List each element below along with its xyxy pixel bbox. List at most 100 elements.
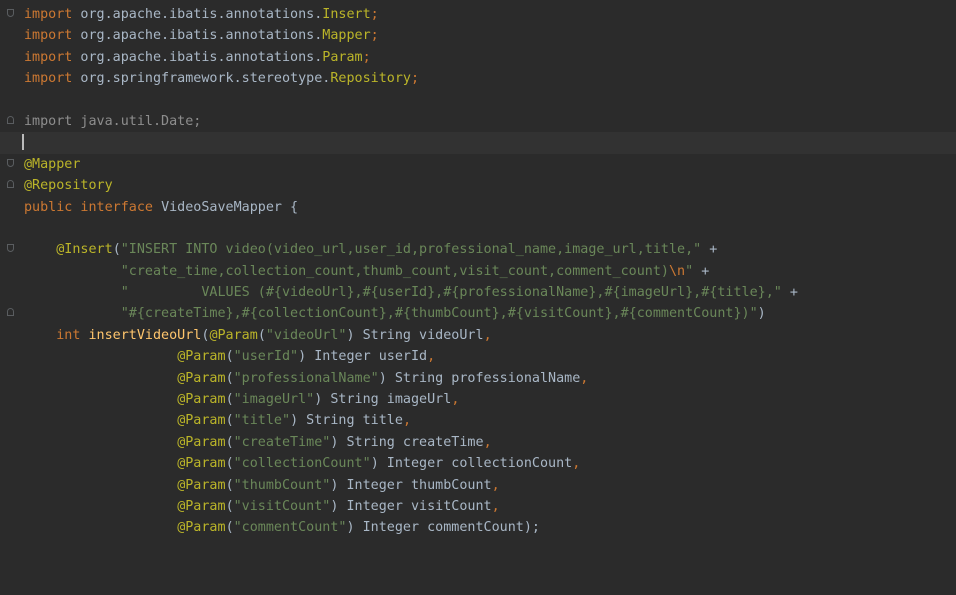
code-line[interactable] (0, 218, 956, 239)
code-token: ; (410, 71, 420, 87)
code-token: "professionalName" (233, 370, 379, 386)
code-token: ) Integer collectionCount (370, 456, 573, 472)
code-token: org.apache.ibatis.annotations. (72, 49, 323, 65)
code-token: , (483, 327, 492, 343)
code-line[interactable]: @Insert("INSERT INTO video(video_url,use… (0, 239, 956, 260)
code-token: @Repository (24, 178, 113, 194)
code-line[interactable]: @Param("imageUrl") String imageUrl, (0, 389, 956, 410)
code-token: "thumbCount" (233, 477, 331, 493)
code-line[interactable]: int insertVideoUrl(@Param("videoUrl") St… (0, 325, 956, 346)
code-token: Param (322, 49, 363, 65)
code-token: , (580, 370, 589, 386)
code-token: ; (370, 28, 379, 44)
code-token: " (685, 263, 694, 279)
code-token: , (491, 477, 500, 493)
code-token: ( (225, 392, 234, 408)
fold-open-icon[interactable] (7, 244, 14, 253)
code-token: ) Integer thumbCount (330, 477, 492, 493)
code-token: @Param (177, 456, 226, 472)
code-token: + (701, 242, 718, 258)
code-line[interactable]: @Repository (0, 175, 956, 196)
code-token: @Param (209, 327, 258, 343)
code-token: org.apache.ibatis.annotations. (72, 7, 323, 22)
code-token: import (24, 7, 73, 22)
code-token: int (56, 327, 89, 343)
code-token: ( (112, 242, 121, 258)
code-token: @Param (177, 498, 226, 514)
code-token: ) String imageUrl (314, 392, 452, 408)
code-token: , (451, 392, 460, 408)
code-token: ( (225, 456, 234, 472)
fold-close-icon[interactable] (7, 308, 14, 317)
code-line[interactable]: @Param("title") String title, (0, 410, 956, 431)
fold-open-icon[interactable] (7, 9, 14, 17)
code-line[interactable]: import org.apache.ibatis.annotations.Map… (0, 25, 956, 46)
code-token: @Param (177, 477, 226, 493)
code-token: @Param (177, 413, 226, 429)
code-token: + (693, 263, 710, 279)
code-token: @Param (177, 392, 226, 408)
code-token: ( (225, 349, 234, 365)
code-line[interactable]: @Param("visitCount") Integer visitCount, (0, 496, 956, 517)
text-caret (22, 134, 24, 151)
code-token: "commentCount" (233, 520, 347, 536)
code-token: import (24, 71, 73, 87)
code-token: , (491, 498, 500, 514)
code-token: \n (668, 263, 686, 279)
code-line[interactable]: @Param("thumbCount") Integer thumbCount, (0, 475, 956, 496)
code-token: org.springframework.stereotype. (72, 71, 331, 87)
code-token: ( (225, 370, 234, 386)
code-line[interactable]: import org.springframework.stereotype.Re… (0, 68, 956, 89)
code-line[interactable]: @Param("createTime") String createTime, (0, 432, 956, 453)
code-token: "visitCount" (233, 498, 331, 514)
code-line[interactable]: @Param("commentCount") Integer commentCo… (0, 517, 956, 538)
code-line[interactable]: "create_time,collection_count,thumb_coun… (0, 261, 956, 282)
code-line[interactable]: import org.apache.ibatis.annotations.Ins… (0, 4, 956, 25)
code-token: ( (225, 477, 234, 493)
fold-close-icon[interactable] (7, 115, 14, 124)
code-line[interactable]: import java.util.Date; (0, 111, 956, 132)
code-line[interactable]: public interface VideoSaveMapper { (0, 197, 956, 218)
code-line[interactable]: @Param("userId") Integer userId, (0, 346, 956, 367)
code-editor[interactable]: import org.apache.ibatis.annotations.Ins… (0, 0, 956, 595)
code-line[interactable]: "#{createTime},#{collectionCount},#{thum… (0, 303, 956, 324)
code-line[interactable]: " VALUES (#{videoUrl},#{userId},#{profes… (0, 282, 956, 303)
code-token: public interface (24, 199, 162, 215)
code-token: ) String createTime (330, 434, 484, 450)
code-line[interactable]: import org.apache.ibatis.annotations.Par… (0, 47, 956, 68)
code-line[interactable] (0, 132, 956, 154)
code-token: @Param (177, 370, 226, 386)
code-line[interactable]: @Param("collectionCount") Integer collec… (0, 453, 956, 474)
code-token: @Param (177, 520, 226, 536)
fold-close-icon[interactable] (7, 180, 14, 189)
code-token: ( (225, 413, 234, 429)
code-token: ; (370, 7, 379, 22)
code-token: ( (225, 434, 234, 450)
code-line[interactable] (0, 90, 956, 111)
code-token: ) Integer commentCount); (346, 520, 540, 536)
code-token: "INSERT INTO video(video_url,user_id,pro… (120, 242, 702, 258)
code-token: Repository (330, 71, 411, 87)
code-token: ) (757, 306, 766, 322)
code-token: "imageUrl" (233, 392, 315, 408)
code-token: insertVideoUrl (88, 327, 202, 343)
code-token: , (427, 349, 436, 365)
code-line[interactable]: @Mapper (0, 154, 956, 175)
code-token: "collectionCount" (233, 456, 371, 472)
code-token: "#{createTime},#{collectionCount},#{thum… (120, 306, 758, 322)
code-line[interactable]: @Param("professionalName") String profes… (0, 368, 956, 389)
fold-open-icon[interactable] (7, 158, 14, 167)
code-token: "userId" (233, 349, 299, 365)
code-area[interactable]: import org.apache.ibatis.annotations.Ins… (0, 4, 956, 539)
code-token: ) String professionalName (378, 370, 581, 386)
code-token: Insert (322, 7, 371, 22)
